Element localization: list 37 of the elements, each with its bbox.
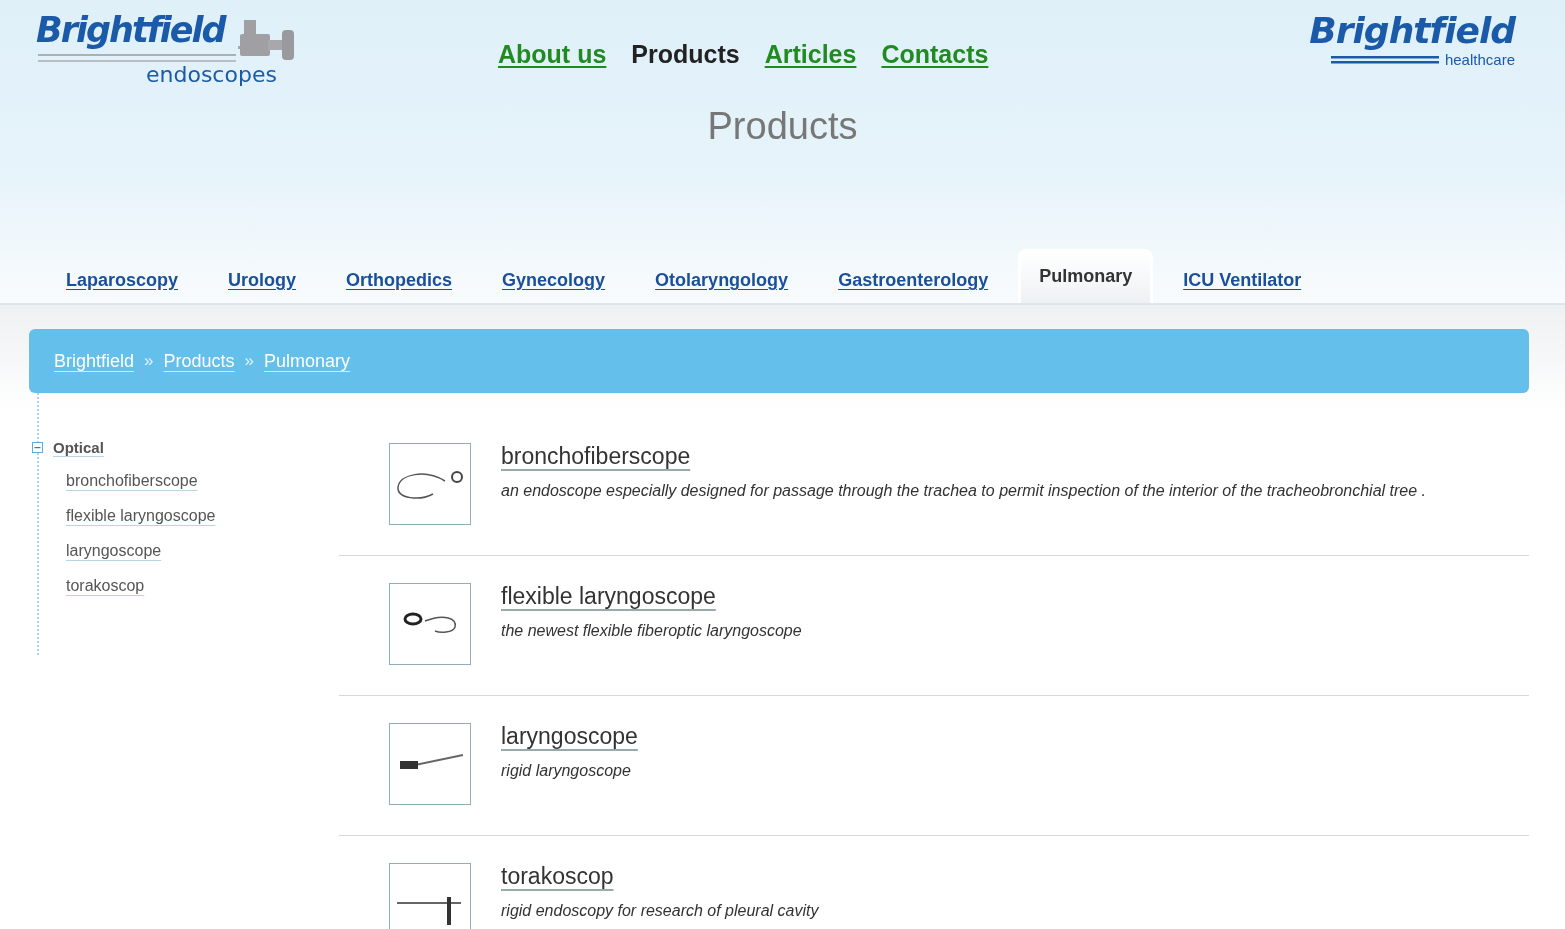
product-photo-placeholder[interactable] [389, 723, 471, 805]
nav-link[interactable]: Contacts [881, 40, 989, 69]
category-tab[interactable]: Laparoscopy [46, 260, 199, 303]
category-tab[interactable]: Otolaryngology [635, 260, 809, 303]
collapse-icon[interactable] [32, 442, 43, 453]
product-photo-placeholder[interactable] [389, 863, 471, 929]
product-title-link[interactable]: torakoscop [501, 863, 614, 890]
tree-item-link[interactable]: torakoscop [66, 577, 339, 595]
double-line-icon [1330, 55, 1439, 64]
page-title: Products [706, 105, 859, 148]
nav-link[interactable]: Articles [764, 40, 857, 69]
tree-group-link[interactable]: Optical [53, 439, 104, 456]
breadcrumb-separator: » [244, 351, 255, 371]
product-description: an endoscope especially designed for passage through the trachea to permit inspection of the interior of the tracheobronchial tree . [501, 481, 1427, 501]
product-photo-placeholder[interactable] [389, 583, 471, 665]
breadcrumb-separator: » [144, 351, 154, 371]
tree-item-link[interactable]: flexible laryngoscope [66, 507, 339, 525]
product-title-link[interactable]: flexible laryngoscope [501, 583, 716, 610]
category-tab[interactable]: Orthopedics [326, 260, 473, 303]
tree-item-link[interactable]: laryngoscope [66, 542, 339, 560]
product-description: rigid laryngoscope [501, 761, 632, 781]
logo-tagline: healthcare [1444, 51, 1515, 68]
product-description: the newest flexible fiberoptic laryngoscope [501, 621, 802, 641]
logo-tagline: endoscopes [146, 62, 277, 87]
category-tab[interactable]: Gastroenterology [818, 260, 1009, 303]
category-tab[interactable]: ICU Ventilator [1163, 260, 1322, 303]
product-description: rigid endoscopy for research of pleural cavity [501, 901, 819, 921]
tree-item-link[interactable]: bronchofiberscope [66, 472, 339, 490]
product-title-link[interactable]: laryngoscope [501, 723, 638, 750]
logo-wordmark[interactable]: Brightfield [1309, 10, 1515, 51]
nav-link[interactable]: Products [631, 40, 740, 69]
logo-wordmark[interactable]: Brightfield [36, 10, 225, 50]
category-tab[interactable]: Urology [208, 260, 317, 303]
category-tab[interactable]: Gynecology [482, 260, 626, 303]
category-tab[interactable]: Pulmonary [1018, 249, 1154, 303]
product-title-link[interactable]: bronchofiberscope [501, 443, 691, 470]
nav-link[interactable]: About us [498, 40, 607, 69]
